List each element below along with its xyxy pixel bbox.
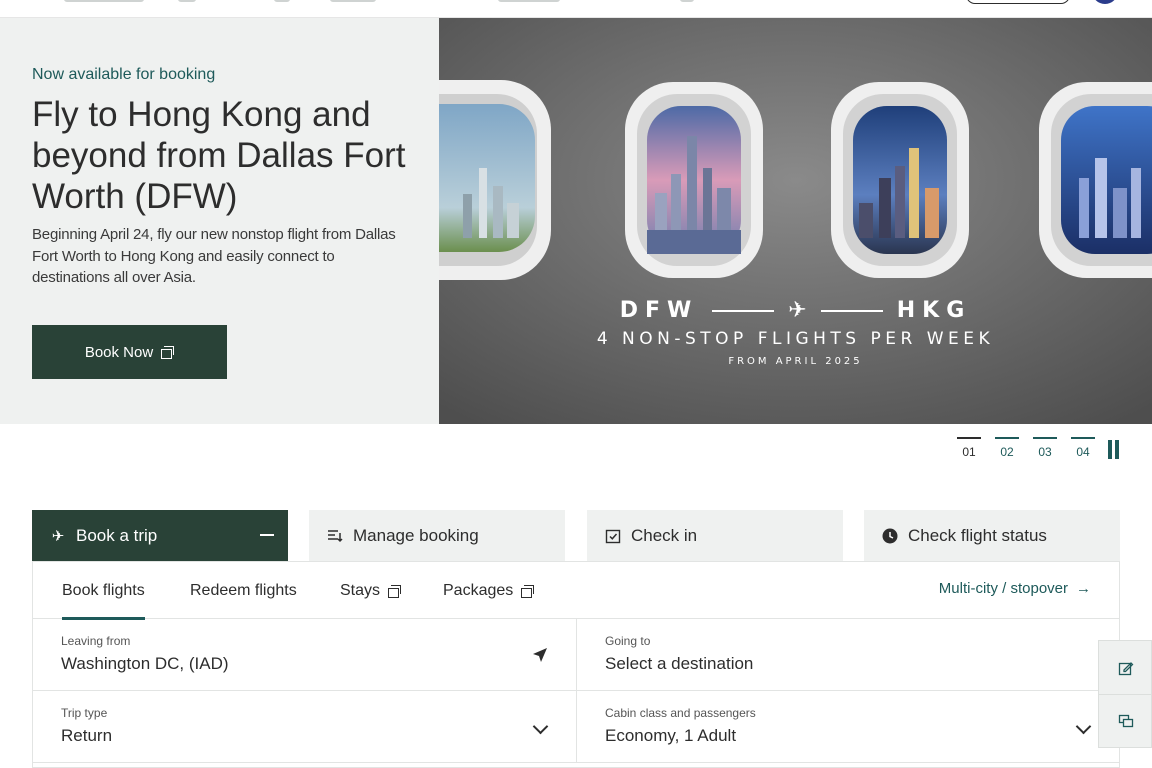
subtab-book-flights[interactable]: Book flights xyxy=(62,562,145,620)
route-destination: HKG xyxy=(896,298,972,323)
chevron-down-icon[interactable] xyxy=(1075,718,1092,735)
trip-type-value[interactable]: Return xyxy=(61,726,112,746)
clock-icon xyxy=(882,528,898,544)
carousel-dot-1[interactable]: 01 xyxy=(957,437,981,459)
cabin-passengers-select[interactable]: Cabin class and passengers Economy, 1 Ad… xyxy=(576,691,1119,763)
chat-icon[interactable] xyxy=(1099,694,1152,747)
list-icon xyxy=(327,528,343,544)
carousel-pager: 01 02 03 04 xyxy=(957,437,1095,459)
hero-title: Fly to Hong Kong and beyond from Dallas … xyxy=(32,95,406,216)
tab-check-in[interactable]: Check in xyxy=(587,510,843,561)
nav-item-fragment[interactable] xyxy=(680,0,694,2)
plane-icon: ✈ xyxy=(51,527,65,545)
route-start-date: FROM APRIL 2025 xyxy=(728,356,863,367)
feedback-icon[interactable] xyxy=(1099,641,1152,694)
booking-subtabs: Book flights Redeem flights Stays Packag… xyxy=(33,562,1119,620)
tab-check-flight-status[interactable]: Check flight status xyxy=(864,510,1120,561)
nav-logo-fragment xyxy=(64,0,144,2)
going-to-field[interactable]: Going to Select a destination xyxy=(576,619,1119,691)
going-to-value[interactable]: Select a destination xyxy=(605,654,753,674)
tab-label: Check in xyxy=(631,525,698,545)
field-label: Trip type xyxy=(61,706,108,720)
field-label: Going to xyxy=(605,634,651,648)
booking-panel: Book flights Redeem flights Stays Packag… xyxy=(32,561,1120,768)
arrow-right-icon: → xyxy=(1076,580,1091,597)
tab-manage-booking[interactable]: Manage booking xyxy=(309,510,565,561)
route-line xyxy=(712,309,775,312)
route-banner: DFW ✈ HKG xyxy=(439,298,1152,323)
cabin-passengers-value[interactable]: Economy, 1 Adult xyxy=(605,726,736,746)
external-link-icon xyxy=(388,584,402,598)
subtab-packages[interactable]: Packages xyxy=(443,562,535,619)
chevron-down-icon[interactable] xyxy=(532,718,549,735)
collapse-icon[interactable] xyxy=(260,534,274,536)
multi-city-link[interactable]: Multi-city / stopover → xyxy=(939,580,1091,597)
carousel-dot-2[interactable]: 02 xyxy=(995,437,1019,459)
tab-label: Check flight status xyxy=(908,525,1047,545)
tab-book-a-trip[interactable]: ✈ Book a trip xyxy=(32,510,288,561)
trip-type-select[interactable]: Trip type Return xyxy=(33,691,576,763)
subtab-redeem-flights[interactable]: Redeem flights xyxy=(190,562,297,619)
subtab-label: Redeem flights xyxy=(190,581,297,599)
nav-login-button[interactable] xyxy=(966,0,1070,4)
nav-item-fragment[interactable] xyxy=(178,0,196,2)
plane-icon: ✈ xyxy=(788,298,807,323)
subtab-label: Packages xyxy=(443,581,514,599)
carousel-dot-4[interactable]: 04 xyxy=(1071,437,1095,459)
route-origin: DFW xyxy=(619,298,699,323)
route-line xyxy=(820,309,883,312)
nav-item-fragment[interactable] xyxy=(330,0,376,2)
field-label: Leaving from xyxy=(61,634,131,648)
subtab-label: Book flights xyxy=(62,581,145,599)
leaving-from-field[interactable]: Leaving from Washington DC, (IAD) xyxy=(33,619,576,691)
pause-icon[interactable] xyxy=(1107,440,1121,459)
subtab-stays[interactable]: Stays xyxy=(340,562,402,619)
field-label: Cabin class and passengers xyxy=(605,706,756,720)
hero-description: Beginning April 24, fly our new nonstop … xyxy=(32,226,396,286)
route-frequency: 4 NON-STOP FLIGHTS PER WEEK xyxy=(596,329,995,349)
top-navigation xyxy=(0,0,1152,18)
external-link-icon xyxy=(521,584,535,598)
nav-item-fragment[interactable] xyxy=(498,0,560,2)
nav-item-fragment[interactable] xyxy=(274,0,290,2)
hero-banner: Now available for booking Fly to Hong Ko… xyxy=(0,18,1152,424)
leaving-from-value[interactable]: Washington DC, (IAD) xyxy=(61,654,229,674)
side-toolbar xyxy=(1098,640,1152,748)
avatar[interactable] xyxy=(1092,0,1118,4)
tab-label: Manage booking xyxy=(353,525,479,545)
carousel-dot-3[interactable]: 03 xyxy=(1033,437,1057,459)
book-now-button[interactable]: Book Now xyxy=(32,325,227,379)
book-now-label: Book Now xyxy=(84,343,154,361)
tab-label: Book a trip xyxy=(76,525,158,545)
external-link-icon xyxy=(161,346,175,359)
hero-image: DFW ✈ HKG 4 NON-STOP FLIGHTS PER WEEK FR… xyxy=(439,18,1152,424)
subtab-label: Stays xyxy=(340,581,381,599)
check-in-icon xyxy=(605,528,621,544)
multi-city-label: Multi-city / stopover xyxy=(938,580,1068,597)
hero-eyebrow: Now available for booking xyxy=(32,66,216,83)
